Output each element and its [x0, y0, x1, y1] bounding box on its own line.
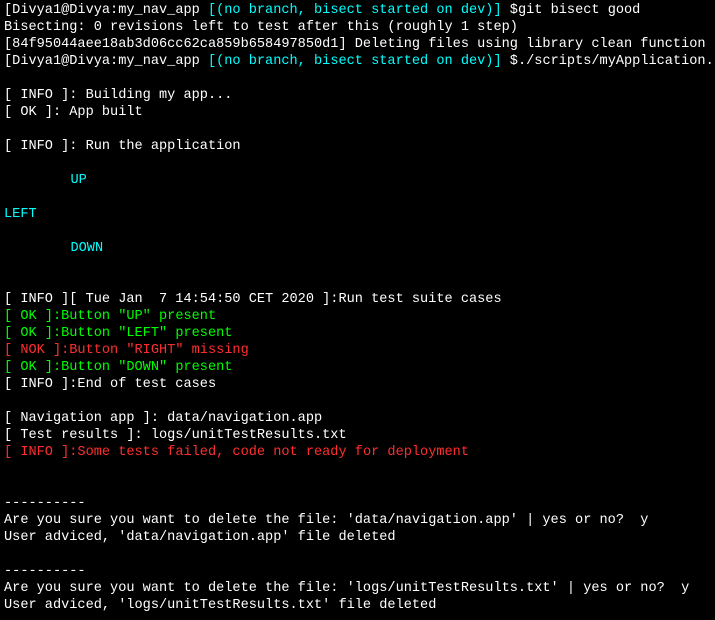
info-line: [ INFO ]: Run the application [4, 139, 241, 154]
command-entered: ./scripts/myApplication.sh [518, 54, 715, 69]
status-msg: :Button "LEFT" present [53, 326, 232, 341]
terminal-output[interactable]: [Divya1@Divya:my_nav_app [(no branch, bi… [0, 0, 715, 616]
status-tag: [ INFO ] [4, 445, 69, 460]
prompt-branch: [(no branch, bisect started on dev)] [208, 3, 502, 18]
output-line: [ Navigation app ]: data/navigation.app [4, 411, 322, 426]
status-tag: [ OK ] [4, 360, 53, 375]
ok-line: [ OK ]: App built [4, 105, 143, 120]
status-msg: :Button "UP" present [53, 309, 216, 324]
prompt-user-host: [Divya1@Divya: [4, 54, 118, 69]
divider: ---------- [4, 564, 86, 579]
prompt-dollar: $ [502, 54, 518, 69]
info-line: [ INFO ]:End of test cases [4, 377, 216, 392]
output-line: Bisecting: 0 revisions left to test afte… [4, 20, 518, 35]
status-tag: [ NOK ] [4, 343, 61, 358]
status-tag: [ OK ] [4, 309, 53, 324]
divider: ---------- [4, 496, 86, 511]
status-tag: [ OK ] [4, 326, 53, 341]
prompt-cwd: my_nav_app [118, 3, 208, 18]
nav-up: UP [70, 172, 86, 189]
status-msg: :Button "DOWN" present [53, 360, 232, 375]
prompt-branch: [(no branch, bisect started on dev)] [208, 54, 502, 69]
prompt-question: Are you sure you want to delete the file… [4, 513, 648, 528]
prompt-question: Are you sure you want to delete the file… [4, 581, 689, 596]
info-line: [ INFO ]: Building my app... [4, 88, 232, 103]
status-msg: :Some tests failed, code not ready for d… [69, 445, 469, 460]
info-line: [ INFO ][ Tue Jan 7 14:54:50 CET 2020 ]:… [4, 292, 502, 307]
prompt-user-host: [Divya1@Divya: [4, 3, 118, 18]
output-line: [ Test results ]: logs/unitTestResults.t… [4, 428, 347, 443]
status-msg: :Button "RIGHT" missing [61, 343, 249, 358]
output-line: [84f95044aee18ab3d06cc62ca859b658497850d… [4, 37, 706, 52]
nav-left: LEFT [4, 207, 37, 222]
prompt-cwd: my_nav_app [118, 54, 208, 69]
prompt-dollar: $ [502, 3, 518, 18]
output-line: User adviced, 'data/navigation.app' file… [4, 530, 396, 545]
command-entered: git bisect good [518, 3, 640, 18]
output-line: User adviced, 'logs/unitTestResults.txt'… [4, 598, 436, 613]
nav-down: DOWN [70, 240, 103, 257]
